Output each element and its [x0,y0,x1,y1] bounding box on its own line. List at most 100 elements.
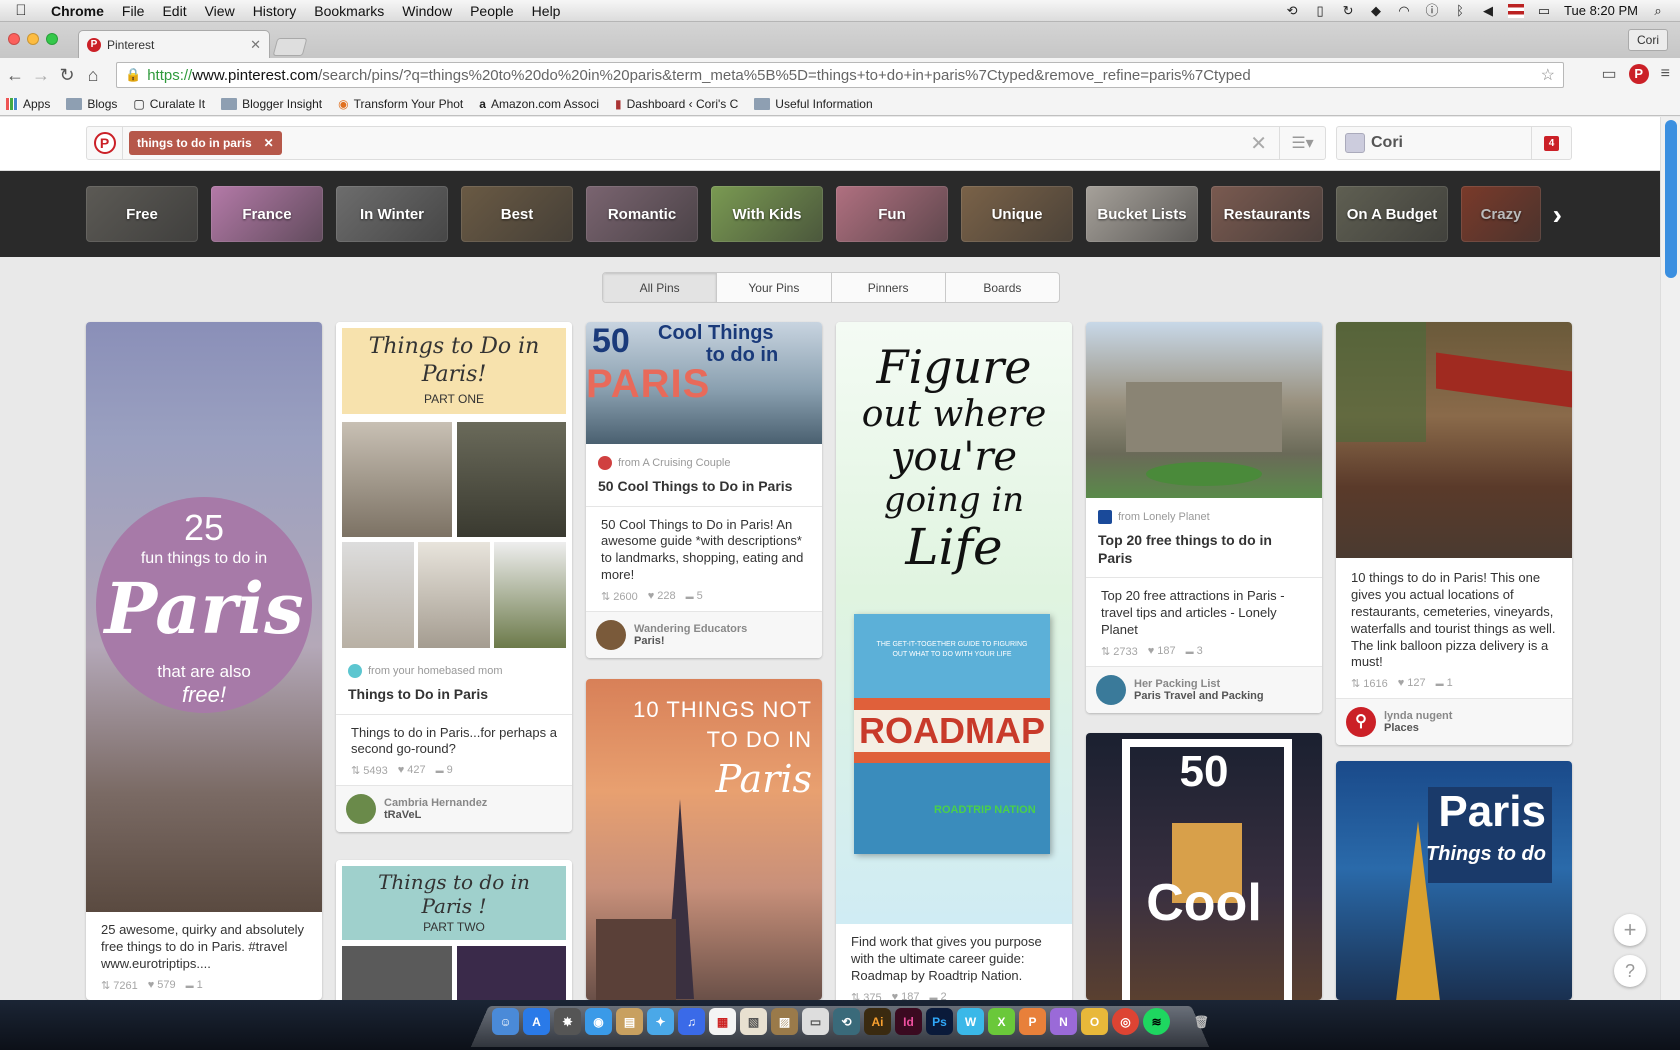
bookmark-star-icon[interactable]: ☆ [1541,65,1555,85]
pin-attribution[interactable]: ⚲ lynda nugent Places [1336,698,1572,746]
bookmark-curalate[interactable]: ▢ Curalate It [133,97,205,111]
photoshop-icon[interactable]: Ps [926,1008,953,1035]
bookmark-useful-info[interactable]: Useful Information [754,97,873,111]
notes-icon[interactable]: ▭ [802,1008,829,1035]
pin-card[interactable]: Things to Do in Paris! PART ONE from you… [336,322,572,833]
menu-people[interactable]: People [461,3,523,19]
finder-icon[interactable]: ☺ [492,1008,519,1035]
pin-card[interactable]: 10 things to do in Paris! This one gives… [1336,322,1572,746]
pin-source[interactable]: from Lonely Planet [1086,498,1322,524]
pin-attribution[interactable]: Her Packing List Paris Travel and Packing [1086,665,1322,713]
apple-icon[interactable]:  [0,2,42,19]
back-arrow-icon[interactable]: ← [2,65,28,86]
guide-crazy[interactable]: Crazy [1461,186,1541,242]
guide-with-kids[interactable]: With Kids [711,186,823,242]
pin-card[interactable]: from Lonely Planet Top 20 free things to… [1086,322,1322,713]
remove-chip-icon[interactable]: ✕ [264,136,274,150]
pin-card[interactable]: 50 Cool Things to do in PARIS from A Cru… [586,322,822,659]
pin-title[interactable]: 50 Cool Things to Do in Paris [586,470,822,507]
volume-icon[interactable]: ◀ [1480,3,1496,18]
flash-drive-icon[interactable]: ▯ [1312,3,1328,18]
menubar-clock[interactable]: Tue 8:20 PM [1564,3,1638,18]
illustrator-icon[interactable]: Ai [864,1008,891,1035]
guide-fun[interactable]: Fun [836,186,948,242]
pin-card[interactable]: Figure out where you're going in Life TH… [836,322,1072,1012]
pin-title[interactable]: Top 20 free things to do in Paris [1086,524,1322,578]
guide-best[interactable]: Best [461,186,573,242]
us-flag-icon[interactable] [1508,3,1525,18]
alert-icon[interactable]: ⓘ [1424,3,1440,18]
guide-romantic[interactable]: Romantic [586,186,698,242]
contacts-icon[interactable]: ▤ [616,1008,643,1035]
guide-restaurants[interactable]: Restaurants [1211,186,1323,242]
safari-icon[interactable]: ✦ [647,1008,674,1035]
pin-title[interactable]: Things to Do in Paris [336,678,572,715]
time-machine-dock-icon[interactable]: ⟲ [833,1008,860,1035]
pin-image[interactable]: Figure out where you're going in Life TH… [836,322,1072,924]
menu-window[interactable]: Window [393,3,461,19]
battery-icon[interactable]: ▭ [1536,3,1552,18]
pin-attribution[interactable]: Cambria Hernandez tRaVeL [336,785,572,833]
preview-icon[interactable]: ▧ [740,1008,767,1035]
iphoto-icon[interactable]: ▨ [771,1008,798,1035]
menu-list-icon[interactable]: ☰▾ [1279,126,1325,160]
pin-source[interactable]: from your homebased mom [336,652,572,678]
pin-image[interactable]: 10 THINGS NOT TO DO IN Paris [586,679,822,1000]
bookmark-amazon[interactable]: a Amazon.com Associ [479,97,599,111]
onenote-icon[interactable]: N [1050,1008,1077,1035]
pin-source[interactable]: from A Cruising Couple [586,444,822,470]
pinterest-extension-icon[interactable]: P [1628,64,1649,84]
help-button[interactable]: ? [1614,955,1646,987]
scrollbar-thumb[interactable] [1665,120,1677,278]
bluetooth-icon[interactable]: ᛒ [1452,3,1468,18]
dropbox-icon[interactable]: ◆ [1368,3,1384,18]
reload-icon[interactable]: ↻ [54,65,80,86]
minimize-window-button[interactable] [27,33,39,45]
zoom-window-button[interactable] [46,33,58,45]
spotify-icon[interactable]: ≋ [1143,1008,1170,1035]
chevron-right-icon[interactable]: › [1553,199,1562,231]
user-profile-box[interactable]: Cori 4 [1336,126,1572,160]
indesign-icon[interactable]: Id [895,1008,922,1035]
new-tab-button[interactable] [272,38,308,56]
menu-view[interactable]: View [196,3,244,19]
pin-card[interactable]: 50 Cool [1086,733,1322,1000]
home-icon[interactable]: ⌂ [80,65,106,86]
menu-app-name[interactable]: Chrome [42,3,113,19]
outlook-icon[interactable]: O [1081,1008,1108,1035]
search-bar[interactable]: P things to do in paris ✕ ✕ ☰▾ [86,126,1326,160]
cast-icon[interactable]: ▭ [1602,64,1617,84]
pin-card[interactable]: 10 THINGS NOT TO DO IN Paris [586,679,822,1000]
menu-bookmarks[interactable]: Bookmarks [305,3,393,19]
powerpoint-icon[interactable]: P [1019,1008,1046,1035]
pin-image[interactable]: Things to do in Paris ! PART TWO [336,860,572,1010]
clear-search-icon[interactable]: ✕ [1250,131,1267,156]
bookmark-apps[interactable]: Apps [6,97,50,111]
pin-image[interactable]: 25 fun things to do in Paris that are al… [86,322,322,912]
bookmark-blogs[interactable]: Blogs [66,97,117,111]
pin-image[interactable] [1336,322,1572,558]
excel-icon[interactable]: X [988,1008,1015,1035]
pin-image[interactable]: 50 Cool Things to do in PARIS [586,322,822,444]
guide-free[interactable]: Free [86,186,198,242]
tab-your-pins[interactable]: Your Pins [717,273,832,302]
guide-in-winter[interactable]: In Winter [336,186,448,242]
tab-pinners[interactable]: Pinners [832,273,946,302]
launchpad-icon[interactable]: ✸ [554,1008,581,1035]
bookmark-transform[interactable]: ◉ Transform Your Phot [338,97,463,111]
notifications-button[interactable]: 4 [1531,126,1571,160]
tab-boards[interactable]: Boards [946,273,1059,302]
add-pin-button[interactable]: + [1614,914,1646,946]
pin-card[interactable]: Things to do in Paris ! PART TWO [336,860,572,1010]
sync-icon[interactable]: ↻ [1340,3,1356,18]
pinterest-logo-icon[interactable]: P [87,126,123,160]
chrome-dock-icon[interactable]: ◎ [1112,1008,1139,1035]
close-window-button[interactable] [8,33,20,45]
pin-card[interactable]: Paris Things to do [1336,761,1572,1000]
close-tab-icon[interactable]: ✕ [250,37,261,53]
wifi-icon[interactable]: ◠ [1396,3,1412,18]
menu-history[interactable]: History [244,3,306,19]
menu-file[interactable]: File [113,3,154,19]
pin-image[interactable]: Things to Do in Paris! PART ONE [336,322,572,652]
facetime-icon[interactable]: ◉ [585,1008,612,1035]
